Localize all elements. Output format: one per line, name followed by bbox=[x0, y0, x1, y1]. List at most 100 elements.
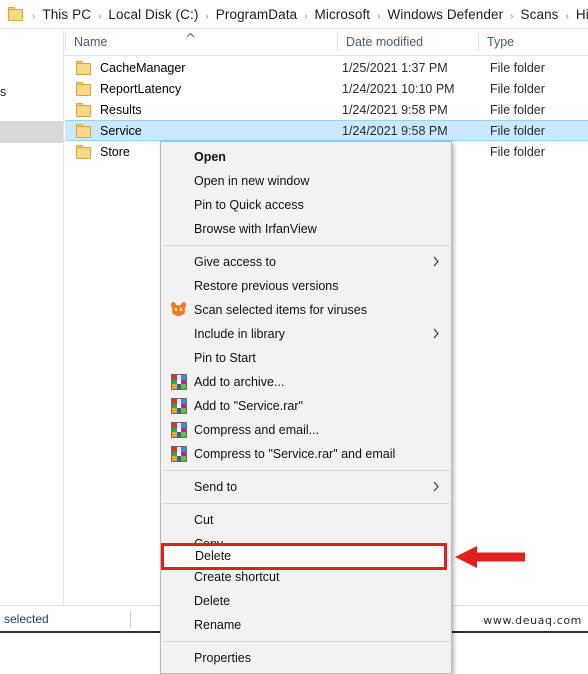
menu-item-label: Delete bbox=[194, 594, 231, 608]
menu-item-label: Rename bbox=[194, 618, 242, 632]
menu-item-label: Open in new window bbox=[194, 174, 310, 188]
menu-item-label: Open bbox=[194, 150, 226, 164]
menu-separator bbox=[163, 503, 449, 504]
breadcrumb-item-local-disk-c[interactable]: Local Disk (C:) bbox=[105, 7, 201, 22]
folder-icon bbox=[76, 123, 92, 138]
menu-item-restore-previous-versions[interactable]: Restore previous versions bbox=[161, 274, 451, 298]
menu-item-scan-selected-items-for-viruses[interactable]: Scan selected items for viruses bbox=[161, 298, 451, 322]
delete-highlight-label: Delete bbox=[195, 549, 232, 563]
winrar-icon bbox=[171, 374, 187, 390]
menu-item-open-in-new-window[interactable]: Open in new window bbox=[161, 169, 451, 193]
column-header-date-modified-label: Date modified bbox=[346, 35, 424, 49]
menu-item-label: Compress and email... bbox=[194, 423, 320, 437]
column-header-date-modified[interactable]: Date modified bbox=[338, 29, 478, 55]
table-row[interactable]: ReportLatency 1/24/2021 10:10 PM File fold… bbox=[65, 78, 588, 99]
menu-item-label: Give access to bbox=[194, 255, 276, 269]
winrar-icon bbox=[171, 398, 187, 414]
chevron-right-icon bbox=[433, 328, 439, 341]
menu-separator bbox=[163, 245, 449, 246]
nav-item-selected[interactable] bbox=[0, 121, 63, 143]
menu-item-label: Create shortcut bbox=[194, 570, 280, 584]
file-date-modified: 1/24/2021 10:10 PM bbox=[342, 81, 455, 96]
menu-item-properties[interactable]: Properties bbox=[161, 646, 451, 670]
menu-item-label: Pin to Start bbox=[194, 351, 256, 365]
table-row[interactable]: CacheManager 1/25/2021 1:37 PM File folder bbox=[65, 57, 588, 78]
menu-item-compress-to-service-rar-and-email[interactable]: Compress to "Service.rar" and email bbox=[161, 442, 451, 466]
file-date-modified: 1/24/2021 9:58 PM bbox=[342, 102, 448, 117]
breadcrumb-separator[interactable]: › bbox=[94, 11, 105, 22]
red-arrow-annotation bbox=[455, 544, 527, 570]
chevron-right-icon bbox=[433, 256, 439, 269]
file-name: ReportLatency bbox=[100, 81, 182, 96]
file-type: File folder bbox=[490, 81, 545, 96]
breadcrumb-item-history[interactable]: History bbox=[573, 7, 588, 22]
menu-item-add-to-archive[interactable]: Add to archive... bbox=[161, 370, 451, 394]
watermark: www.deuaq.com bbox=[483, 614, 582, 627]
table-row[interactable]: Service 1/24/2021 9:58 PM File folder bbox=[65, 120, 588, 141]
menu-item-label: Pin to Quick access bbox=[194, 198, 304, 212]
file-date-modified: 1/24/2021 9:58 PM bbox=[342, 123, 448, 138]
menu-item-give-access-to[interactable]: Give access to bbox=[161, 250, 451, 274]
file-name: Results bbox=[100, 102, 142, 117]
menu-item-label: Add to "Service.rar" bbox=[194, 399, 303, 413]
column-header-name-label: Name bbox=[74, 35, 108, 49]
breadcrumb-separator[interactable]: › bbox=[562, 11, 573, 22]
folder-icon bbox=[76, 144, 92, 159]
menu-item-cut[interactable]: Cut bbox=[161, 508, 451, 532]
file-type: File folder bbox=[490, 144, 545, 159]
breadcrumb-item-windows-defender[interactable]: Windows Defender bbox=[385, 7, 507, 22]
file-name: Service bbox=[100, 123, 142, 138]
breadcrumb-separator[interactable]: › bbox=[300, 11, 311, 22]
file-type: File folder bbox=[490, 102, 545, 117]
winrar-icon bbox=[171, 446, 187, 462]
menu-item-send-to[interactable]: Send to bbox=[161, 475, 451, 499]
breadcrumb-item-scans[interactable]: Scans bbox=[518, 7, 562, 22]
menu-item-label: Send to bbox=[194, 480, 238, 494]
menu-item-rename[interactable]: Rename bbox=[161, 613, 451, 637]
winrar-icon bbox=[171, 422, 187, 438]
avast-icon bbox=[170, 301, 187, 318]
column-header-type-label: Type bbox=[487, 35, 515, 49]
status-bar-text: selected bbox=[4, 612, 49, 626]
menu-item-pin-to-start[interactable]: Pin to Start bbox=[161, 346, 451, 370]
menu-item-pin-to-quick-access[interactable]: Pin to Quick access bbox=[161, 193, 451, 217]
breadcrumb-item-this-pc[interactable]: This PC bbox=[39, 7, 94, 22]
breadcrumb-separator[interactable]: › bbox=[506, 11, 517, 22]
sort-ascending-icon bbox=[186, 32, 195, 38]
file-name: CacheManager bbox=[100, 60, 186, 75]
breadcrumb[interactable]: › This PC › Local Disk (C:) › ProgramData › Mic… bbox=[28, 7, 588, 22]
column-header-type[interactable]: Type bbox=[479, 29, 588, 55]
folder-icon bbox=[76, 60, 92, 75]
menu-item-label: Browse with IrfanView bbox=[194, 222, 317, 236]
table-row[interactable]: Results 1/24/2021 9:58 PM File folder bbox=[65, 99, 588, 120]
column-header-row: Name Date modified Type bbox=[0, 29, 588, 56]
breadcrumb-item-microsoft[interactable]: Microsoft bbox=[312, 7, 374, 22]
column-header-name[interactable]: Name bbox=[66, 29, 337, 55]
menu-item-include-in-library[interactable]: Include in library bbox=[161, 322, 451, 346]
menu-item-browse-with-irfanview[interactable]: Browse with IrfanView bbox=[161, 217, 451, 241]
menu-item-label: Scan selected items for viruses bbox=[194, 303, 367, 317]
file-date-modified: 1/25/2021 1:37 PM bbox=[342, 60, 448, 75]
file-type: File folder bbox=[490, 60, 545, 75]
address-bar[interactable]: › This PC › Local Disk (C:) › ProgramData › Mic… bbox=[0, 0, 588, 29]
file-type: File folder bbox=[490, 123, 545, 138]
breadcrumb-separator[interactable]: › bbox=[28, 11, 39, 22]
menu-item-label: Add to archive... bbox=[194, 375, 285, 389]
menu-item-delete[interactable]: Delete bbox=[161, 589, 451, 613]
nav-item-partial-label[interactable]: s bbox=[0, 85, 6, 99]
menu-item-label: Restore previous versions bbox=[194, 279, 339, 293]
breadcrumb-item-programdata[interactable]: ProgramData bbox=[213, 7, 300, 22]
folder-icon bbox=[8, 7, 24, 21]
breadcrumb-separator[interactable]: › bbox=[201, 11, 212, 22]
menu-item-label: Cut bbox=[194, 513, 214, 527]
menu-separator bbox=[163, 641, 449, 642]
navigation-pane[interactable]: s bbox=[0, 30, 64, 605]
context-menu[interactable]: Open Open in new window Pin to Quick acces… bbox=[160, 141, 452, 674]
breadcrumb-separator[interactable]: › bbox=[373, 11, 384, 22]
menu-item-add-to-service-rar[interactable]: Add to "Service.rar" bbox=[161, 394, 451, 418]
folder-icon bbox=[76, 81, 92, 96]
status-bar-divider bbox=[130, 610, 131, 628]
menu-item-open[interactable]: Open bbox=[161, 145, 451, 169]
menu-item-compress-and-email[interactable]: Compress and email... bbox=[161, 418, 451, 442]
menu-item-create-shortcut[interactable]: Create shortcut bbox=[161, 565, 451, 589]
